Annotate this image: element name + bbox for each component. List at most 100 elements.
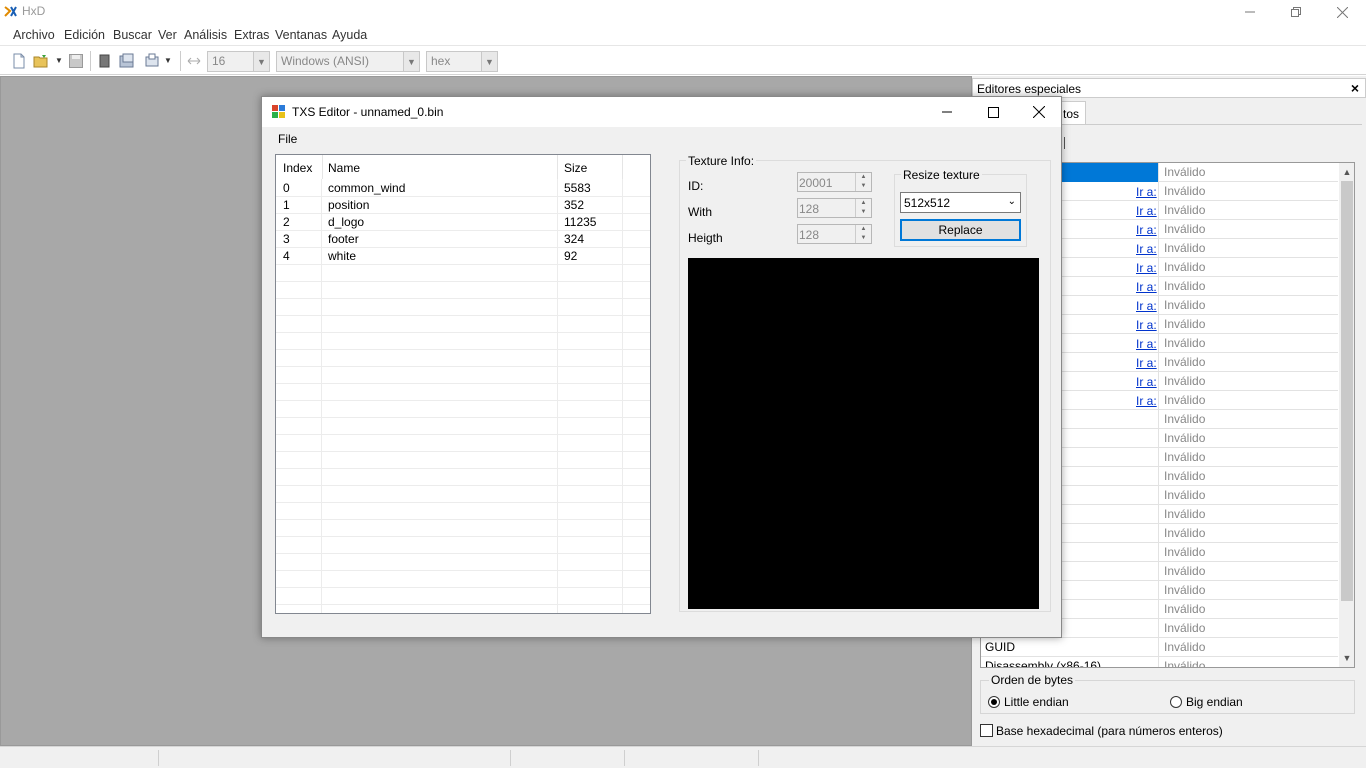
spin-down-icon[interactable]: ▼ [856,234,871,243]
goto-link[interactable]: Ir a: [1136,185,1157,199]
column-header-name[interactable]: Name [321,155,558,179]
grid-scrollbar[interactable]: ▲ ▼ [1339,163,1354,667]
table-row[interactable]: Disassembly (x86-16) Inválido [981,657,1338,668]
id-value: 20001 [799,176,833,190]
spin-down-icon[interactable]: ▼ [856,182,871,191]
column-header-size[interactable]: Size [557,155,623,179]
row-value: Inválido [1164,203,1206,217]
row-value: Inválido [1164,222,1206,236]
little-endian-radio[interactable] [988,696,1000,708]
scroll-down-icon[interactable]: ▼ [1339,650,1354,666]
list-item[interactable]: 2 d_logo 11235 [276,214,650,231]
list-item[interactable]: 3 footer 324 [276,231,650,248]
maximize-icon [987,106,999,118]
chevron-down-icon: ▼ [481,52,497,71]
row-value: Inválido [1164,469,1206,483]
scroll-thumb[interactable] [1341,181,1353,601]
list-empty-row [276,282,650,299]
close-icon [1033,106,1045,118]
column-header-index[interactable]: Index [276,155,323,179]
spin-down-icon[interactable]: ▼ [856,208,871,217]
cell-size: 352 [564,198,585,212]
main-menubar: Archivo Edición Buscar Ver Análisis Extr… [0,24,1366,46]
menu-edicion[interactable]: Edición [64,28,105,42]
new-file-icon[interactable] [11,53,27,69]
special-editors-title: Editores especiales [977,82,1082,96]
big-endian-label: Big endian [1186,695,1243,709]
charset-combo[interactable]: Windows (ANSI) ▼ [276,51,420,72]
goto-link[interactable]: Ir a: [1136,280,1157,294]
row-value: Inválido [1164,393,1206,407]
goto-link[interactable]: Ir a: [1136,337,1157,351]
menu-extras[interactable]: Extras [234,28,269,42]
row-value: Inválido [1164,355,1206,369]
id-spinner[interactable]: 20001 ▲ ▼ [797,172,872,192]
goto-link[interactable]: Ir a: [1136,223,1157,237]
close-all-icon[interactable] [119,53,135,69]
bytes-per-row-icon [187,57,201,65]
menu-buscar[interactable]: Buscar [113,28,152,42]
txs-app-icon [272,105,285,118]
open-folder-icon[interactable] [33,53,49,69]
bytes-per-row-combo[interactable]: 16 ▼ [207,51,270,72]
resize-size-select[interactable]: 512x512 ⌄ [900,192,1021,213]
height-spinner[interactable]: 128 ▲ ▼ [797,224,872,244]
list-item[interactable]: 1 position 352 [276,197,650,214]
goto-link[interactable]: Ir a: [1136,356,1157,370]
list-empty-row [276,367,650,384]
hxd-app-icon [4,5,18,18]
txs-maximize-button[interactable] [970,97,1016,127]
goto-link[interactable]: Ir a: [1136,318,1157,332]
menu-ayuda[interactable]: Ayuda [332,28,367,42]
goto-link[interactable]: Ir a: [1136,394,1157,408]
close-file-icon[interactable] [97,53,113,69]
scroll-up-icon[interactable]: ▲ [1339,164,1354,180]
txs-minimize-button[interactable] [924,97,970,127]
row-value: Inválido [1164,336,1206,350]
minimize-button[interactable] [1227,0,1273,24]
save-icon[interactable] [68,53,84,69]
goto-link[interactable]: Ir a: [1136,242,1157,256]
menu-ventanas[interactable]: Ventanas [275,28,327,42]
resize-texture-group: Resize texture 512x512 ⌄ Replace [894,168,1027,247]
bytes-per-row-value: 16 [212,54,226,68]
goto-link[interactable]: Ir a: [1136,299,1157,313]
list-item[interactable]: 0 common_wind 5583 [276,180,650,197]
row-value: Inválido [1164,412,1206,426]
row-value: Inválido [1164,260,1206,274]
spin-up-icon[interactable]: ▲ [856,173,871,182]
byte-order-legend: Orden de bytes [989,673,1076,687]
open-dropdown-arrow-icon[interactable]: ▼ [55,56,63,65]
list-empty-row [276,350,650,367]
goto-link[interactable]: Ir a: [1136,204,1157,218]
width-spinner[interactable]: 128 ▲ ▼ [797,198,872,218]
list-item[interactable]: 4 white 92 [276,248,650,265]
offset-base-combo[interactable]: hex ▼ [426,51,498,72]
restore-button[interactable] [1273,0,1319,24]
print-dropdown-arrow-icon[interactable]: ▼ [164,56,172,65]
row-value: Inválido [1164,545,1206,559]
print-icon[interactable] [144,53,160,69]
goto-link[interactable]: Ir a: [1136,261,1157,275]
menu-analisis[interactable]: Análisis [184,28,227,42]
close-panel-icon[interactable]: × [1351,80,1359,96]
list-empty-row [276,418,650,435]
txs-close-button[interactable] [1016,97,1062,127]
table-row[interactable]: GUID Inválido [981,638,1338,657]
menu-ver[interactable]: Ver [158,28,177,42]
row-value: Inválido [1164,279,1206,293]
goto-link[interactable]: Ir a: [1136,375,1157,389]
row-value: Inválido [1164,659,1206,668]
list-empty-row [276,503,650,520]
texture-info-legend: Texture Info: [686,154,757,168]
spin-up-icon[interactable]: ▲ [856,199,871,208]
replace-button[interactable]: Replace [900,219,1021,241]
spin-up-icon[interactable]: ▲ [856,225,871,234]
chevron-down-icon: ▼ [253,52,269,71]
menu-archivo[interactable]: Archivo [13,28,55,42]
menu-file[interactable]: File [278,132,297,146]
txs-window-title: TXS Editor - unnamed_0.bin [292,105,444,119]
close-button[interactable] [1319,0,1365,24]
hex-base-checkbox[interactable] [980,724,993,737]
big-endian-radio[interactable] [1170,696,1182,708]
